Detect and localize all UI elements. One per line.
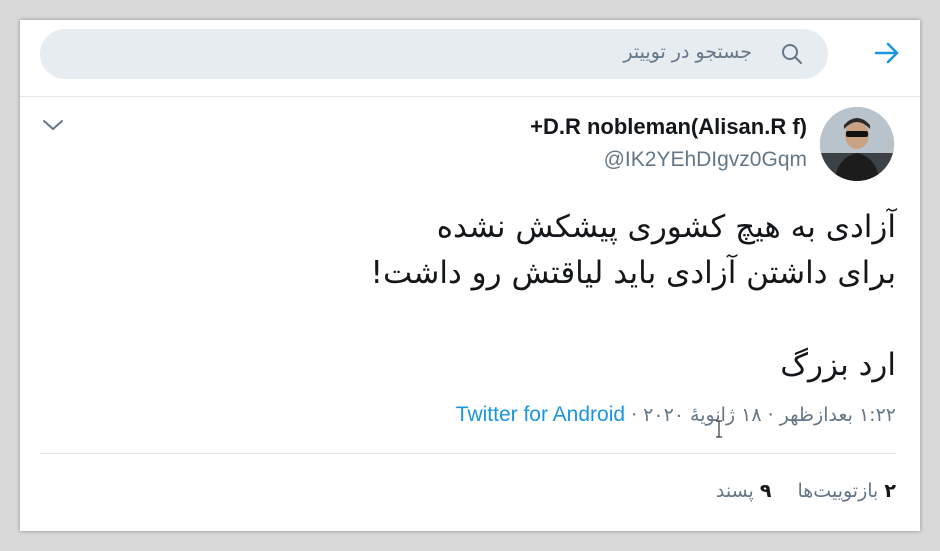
tweet-card: جستجو در توییتر +D.R nobleman(Alisan.R f… xyxy=(20,20,920,531)
search-input[interactable]: جستجو در توییتر xyxy=(40,29,828,79)
avatar[interactable] xyxy=(820,107,894,181)
avatar-photo xyxy=(820,107,894,181)
likes-stat[interactable]: ۹ پسند xyxy=(716,480,772,502)
divider xyxy=(40,453,896,454)
meta-separator: · xyxy=(625,404,644,426)
tweet-stats: ۲ بازتوییت‌ها ۹ پسند xyxy=(716,480,896,502)
top-bar: جستجو در توییتر xyxy=(20,20,920,97)
tweet-line: ارد بزرگ xyxy=(780,347,896,383)
user-handle[interactable]: @IK2YEhDIgvz0Gqm xyxy=(604,148,807,172)
retweets-count: ۲ xyxy=(884,480,896,502)
search-icon xyxy=(782,44,802,64)
chevron-down-icon[interactable] xyxy=(42,118,64,132)
tweet-line: آزادی به هیچ کشوری پیشکش نشده xyxy=(436,209,896,245)
arrow-right-icon[interactable] xyxy=(872,38,902,68)
tweet-line: برای داشتن آزادی باید لیاقتش رو داشت! xyxy=(370,255,896,291)
text-cursor-icon xyxy=(716,420,722,438)
tweet-text: آزادی به هیچ کشوری پیشکش نشده برای داشتن… xyxy=(256,204,896,388)
likes-label: پسند xyxy=(715,480,754,502)
search-placeholder: جستجو در توییتر xyxy=(623,41,752,63)
tweet-source-link[interactable]: Twitter for Android xyxy=(456,403,625,426)
meta-separator: · xyxy=(761,404,780,426)
retweets-stat[interactable]: ۲ بازتوییت‌ها xyxy=(798,480,897,502)
retweets-label: بازتوییت‌ها xyxy=(797,480,879,502)
likes-count: ۹ xyxy=(759,480,772,502)
tweet-line xyxy=(256,296,896,342)
tweet-time[interactable]: ۱:۲۲ بعدازظهر xyxy=(780,404,896,426)
tweet-meta: ۱:۲۲ بعدازظهر · ۱۸ ژانویهٔ ۲۰۲۰ · Twitte… xyxy=(456,403,896,427)
display-name[interactable]: +D.R nobleman(Alisan.R f) xyxy=(530,114,807,140)
tweet-date[interactable]: ۱۸ ژانویهٔ ۲۰۲۰ xyxy=(643,404,761,426)
